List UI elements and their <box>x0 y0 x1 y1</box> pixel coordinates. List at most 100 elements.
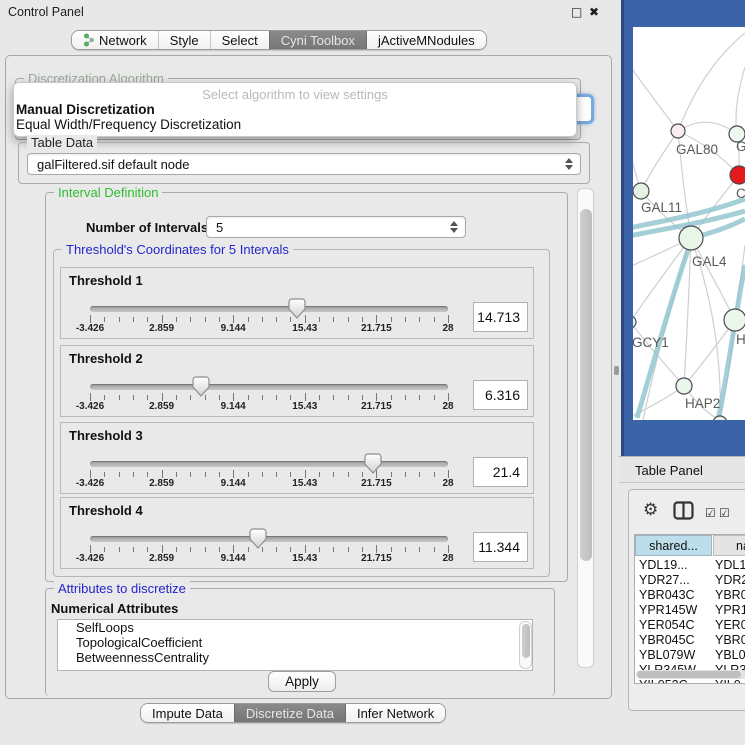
table-row[interactable]: YBL079WYBL0 <box>635 648 745 663</box>
slider-handle[interactable] <box>249 528 267 555</box>
slider-tick <box>147 472 148 477</box>
tab-cyni-toolbox[interactable]: Cyni Toolbox <box>269 31 366 49</box>
float-window-icon[interactable]: □ <box>571 5 582 19</box>
threshold-label: Threshold 2 <box>69 351 143 366</box>
attribute-item[interactable]: BetweennessCentrality <box>58 650 532 665</box>
slider-track[interactable] <box>90 536 448 542</box>
attributes-list[interactable]: SelfLoopsTopologicalCoefficientBetweenne… <box>57 619 533 671</box>
algorithm-option[interactable]: Equal Width/Frequency Discretization <box>14 117 576 132</box>
tab-discretize-data[interactable]: Discretize Data <box>234 704 345 722</box>
slider-tick <box>419 395 420 400</box>
table-row[interactable]: YDR27...YDR2 <box>635 573 745 588</box>
column-header-name[interactable]: na <box>713 535 745 556</box>
table-row[interactable]: YER054CYER0 <box>635 618 745 633</box>
interval-definition-group: Interval Definition Number of Intervals … <box>45 192 568 582</box>
slider-tick <box>276 317 277 322</box>
slider-handle[interactable] <box>364 453 382 480</box>
slider-tick <box>348 547 349 552</box>
attributes-title: Attributes to discretize <box>54 581 190 596</box>
settings-scrollbar[interactable] <box>577 188 594 668</box>
attributes-scrollbar[interactable] <box>519 621 532 669</box>
slider-track[interactable] <box>90 306 448 312</box>
network-node[interactable] <box>730 166 745 184</box>
close-icon[interactable]: ✖ <box>589 5 599 19</box>
threshold-value-field[interactable]: 21.4 <box>473 457 528 487</box>
panel-divider-grip[interactable] <box>614 366 619 375</box>
network-canvas[interactable]: GAL80GAGAL11CGAL4GCY1HHAP2 <box>633 27 745 420</box>
algorithm-option[interactable]: Manual Discretization <box>14 102 576 117</box>
attributes-scrollbar-thumb[interactable] <box>522 624 530 658</box>
table-row[interactable]: YDL19...YDL1 <box>635 558 745 573</box>
table-row[interactable]: YBR045CYBR0 <box>635 633 745 648</box>
slider-tick <box>162 315 163 323</box>
slider-tick <box>133 472 134 477</box>
settings-scrollbar-thumb[interactable] <box>580 209 592 561</box>
slider-handle[interactable] <box>288 298 306 325</box>
network-node[interactable] <box>713 416 727 420</box>
checkbox-icon[interactable]: ☑ <box>705 506 716 520</box>
slider-tick <box>90 315 91 323</box>
tab-select[interactable]: Select <box>210 31 269 49</box>
table-hscrollbar[interactable] <box>636 670 745 679</box>
slider-tick <box>262 395 263 400</box>
table-row[interactable]: YBR043CYBR0 <box>635 588 745 603</box>
network-edge <box>633 65 678 131</box>
table-data-title: Table Data <box>27 135 97 150</box>
cell-name: YER0 <box>715 618 745 632</box>
cell-shared-name: YBR043C <box>639 588 695 602</box>
table-panel: ⚙ ☑ ☑ shared... na YDL19...YDL1YDR27...Y… <box>628 489 745 711</box>
slider-tick <box>190 547 191 552</box>
tab-jactivemnodules[interactable]: jActiveMNodules <box>366 31 486 49</box>
slider-tick <box>333 547 334 552</box>
network-node[interactable] <box>724 309 745 331</box>
tab-style[interactable]: Style <box>158 31 210 49</box>
checkbox-icon[interactable]: ☑ <box>719 506 730 520</box>
network-node[interactable] <box>633 316 636 328</box>
slider-tick <box>434 547 435 552</box>
slider-tick <box>190 472 191 477</box>
network-node[interactable] <box>633 183 649 199</box>
network-node[interactable] <box>671 124 685 138</box>
attribute-item[interactable]: TopologicalCoefficient <box>58 635 532 650</box>
table-data-value: galFiltered.sif default node <box>37 157 189 172</box>
network-node[interactable] <box>676 378 692 394</box>
split-columns-icon[interactable] <box>673 501 694 520</box>
attribute-item[interactable]: SelfLoops <box>58 620 532 635</box>
threshold-value-field[interactable]: 14.713 <box>473 302 528 332</box>
slider-tick <box>391 317 392 322</box>
threshold-label: Threshold 4 <box>69 503 143 518</box>
algorithm-popup: Select algorithm to view settings Manual… <box>13 82 577 137</box>
table-row[interactable]: YPR145WYPR1 <box>635 603 745 618</box>
slider-tick <box>248 472 249 477</box>
slider-handle[interactable] <box>192 376 210 403</box>
column-header-shared-name[interactable]: shared... <box>635 535 712 556</box>
num-intervals-combobox[interactable]: 5 <box>206 216 466 238</box>
control-panel-titlebar: Control Panel □ ✖ <box>0 0 619 24</box>
slider-track[interactable] <box>90 384 448 390</box>
slider-track[interactable] <box>90 461 448 467</box>
threshold-value-field[interactable]: 6.316 <box>473 380 528 410</box>
slider-tick-label: 9.144 <box>221 478 246 489</box>
node-table[interactable]: shared... na YDL19...YDL1YDR27...YDR2YBR… <box>634 534 745 684</box>
slider-tick-label: -3.426 <box>76 323 104 334</box>
network-node[interactable] <box>679 226 703 250</box>
cell-shared-name: YPR145W <box>639 603 697 617</box>
panel-title: Control Panel <box>8 5 84 19</box>
gear-icon[interactable]: ⚙ <box>643 500 658 520</box>
thresholds-title: Threshold's Coordinates for 5 Intervals <box>62 242 293 257</box>
table-data-combobox[interactable]: galFiltered.sif default node <box>27 153 581 175</box>
slider-tick-label: 2.859 <box>149 401 174 412</box>
combo-stepper-icon <box>565 158 573 170</box>
apply-button[interactable]: Apply <box>268 671 336 692</box>
slider-tick <box>176 547 177 552</box>
tab-label: Infer Network <box>357 706 434 721</box>
network-node-label: GCY1 <box>633 335 669 350</box>
slider-tick-label: -3.426 <box>76 553 104 564</box>
tab-infer-network[interactable]: Infer Network <box>345 704 445 722</box>
slider-tick <box>391 472 392 477</box>
tab-impute-data[interactable]: Impute Data <box>141 704 234 722</box>
slider-tick-label: -3.426 <box>76 401 104 412</box>
threshold-value-field[interactable]: 11.344 <box>473 532 528 562</box>
tab-network[interactable]: Network <box>72 31 158 49</box>
slider-tick <box>147 547 148 552</box>
